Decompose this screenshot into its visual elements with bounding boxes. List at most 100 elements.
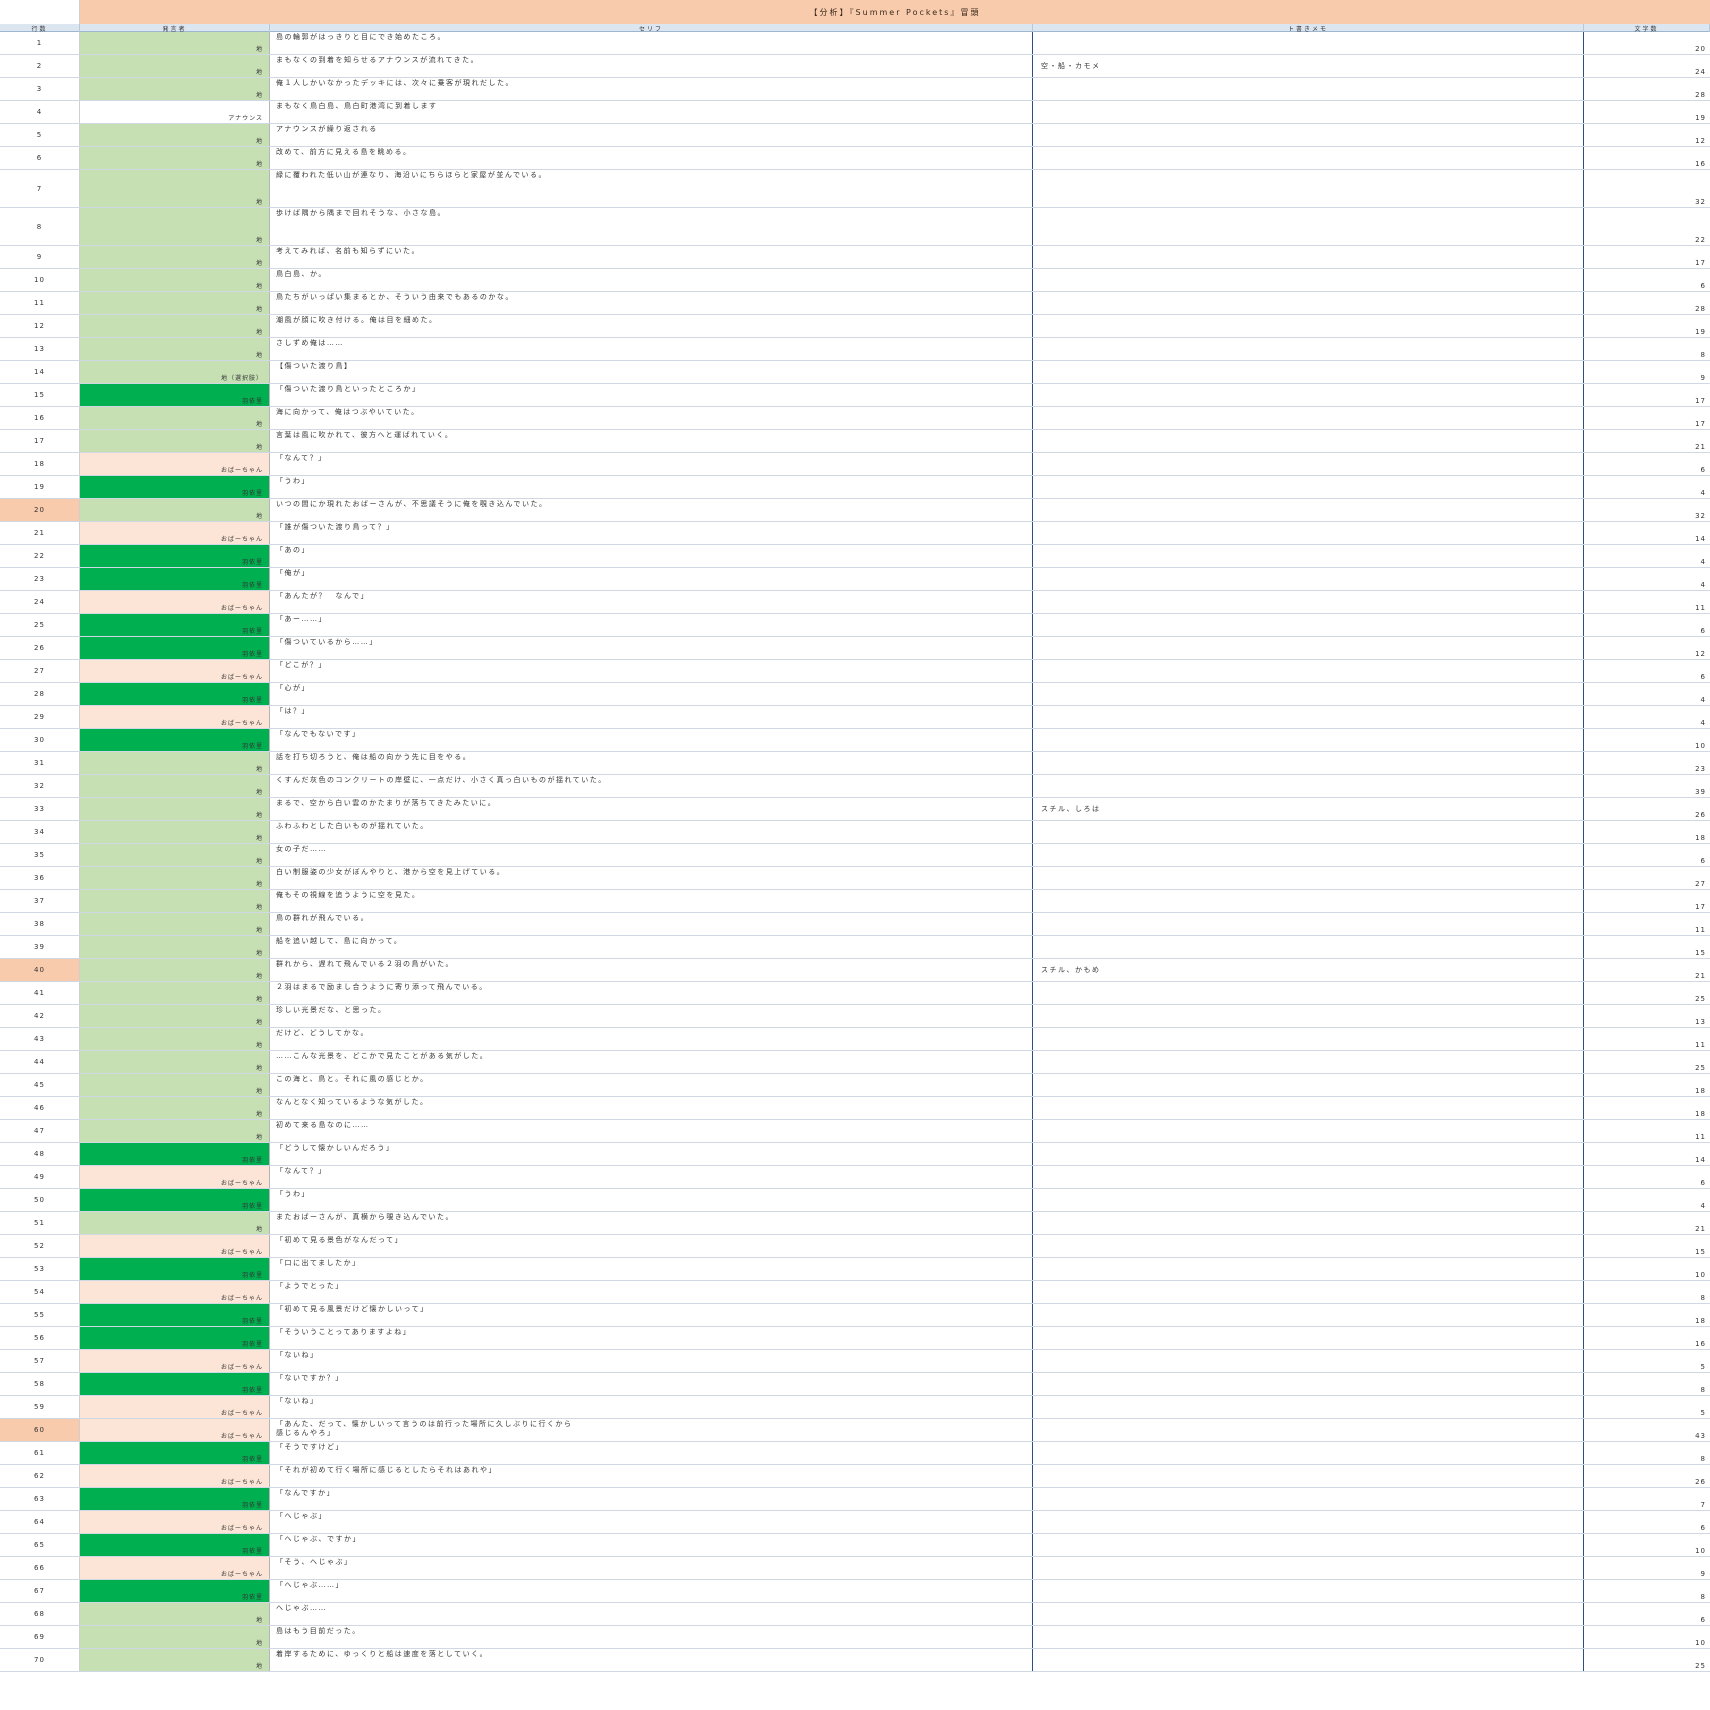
- dialogue-cell[interactable]: 「へじゃぶ……」: [270, 1580, 1033, 1602]
- char-count-cell[interactable]: 26: [1584, 1465, 1710, 1487]
- row-number-cell[interactable]: 38: [0, 913, 80, 935]
- stage-memo-cell[interactable]: [1033, 867, 1584, 889]
- row-number-cell[interactable]: 41: [0, 982, 80, 1004]
- speaker-cell[interactable]: 羽依里: [80, 1327, 270, 1349]
- header-count[interactable]: 文字数: [1584, 24, 1710, 32]
- row-number-cell[interactable]: 20: [0, 499, 80, 521]
- row-number-cell[interactable]: 2: [0, 55, 80, 77]
- row-number-cell[interactable]: 51: [0, 1212, 80, 1234]
- stage-memo-cell[interactable]: スチル、しろは: [1033, 798, 1584, 820]
- char-count-cell[interactable]: 7: [1584, 1488, 1710, 1510]
- row-number-cell[interactable]: 14: [0, 361, 80, 383]
- speaker-cell[interactable]: 地: [80, 752, 270, 774]
- stage-memo-cell[interactable]: [1033, 1465, 1584, 1487]
- dialogue-cell[interactable]: なんとなく知っているような気がした。: [270, 1097, 1033, 1119]
- char-count-cell[interactable]: 43: [1584, 1419, 1710, 1441]
- stage-memo-cell[interactable]: [1033, 1304, 1584, 1326]
- stage-memo-cell[interactable]: [1033, 269, 1584, 291]
- stage-memo-cell[interactable]: [1033, 1327, 1584, 1349]
- speaker-cell[interactable]: 羽依里: [80, 1580, 270, 1602]
- dialogue-cell[interactable]: 「そうですけど」: [270, 1442, 1033, 1464]
- header-line[interactable]: セリフ: [270, 24, 1033, 32]
- char-count-cell[interactable]: 9: [1584, 361, 1710, 383]
- row-number-cell[interactable]: 69: [0, 1626, 80, 1648]
- char-count-cell[interactable]: 32: [1584, 170, 1710, 207]
- char-count-cell[interactable]: 4: [1584, 1189, 1710, 1211]
- row-number-cell[interactable]: 65: [0, 1534, 80, 1556]
- char-count-cell[interactable]: 8: [1584, 1580, 1710, 1602]
- char-count-cell[interactable]: 4: [1584, 683, 1710, 705]
- speaker-cell[interactable]: おばーちゃん: [80, 453, 270, 475]
- stage-memo-cell[interactable]: [1033, 1373, 1584, 1395]
- dialogue-cell[interactable]: 「なんて？」: [270, 453, 1033, 475]
- row-number-cell[interactable]: 33: [0, 798, 80, 820]
- dialogue-cell[interactable]: まもなくの到着を知らせるアナウンスが流れてきた。: [270, 55, 1033, 77]
- char-count-cell[interactable]: 32: [1584, 499, 1710, 521]
- row-number-cell[interactable]: 7: [0, 170, 80, 207]
- row-number-cell[interactable]: 13: [0, 338, 80, 360]
- row-number-cell[interactable]: 30: [0, 729, 80, 751]
- dialogue-cell[interactable]: へじゃぶ……: [270, 1603, 1033, 1625]
- speaker-cell[interactable]: 地: [80, 1120, 270, 1142]
- row-number-cell[interactable]: 21: [0, 522, 80, 544]
- row-number-cell[interactable]: 9: [0, 246, 80, 268]
- speaker-cell[interactable]: 地: [80, 959, 270, 981]
- char-count-cell[interactable]: 19: [1584, 101, 1710, 123]
- row-number-cell[interactable]: 5: [0, 124, 80, 146]
- speaker-cell[interactable]: 地: [80, 913, 270, 935]
- dialogue-cell[interactable]: ふわふわとした白いものが揺れていた。: [270, 821, 1033, 843]
- row-number-cell[interactable]: 46: [0, 1097, 80, 1119]
- dialogue-cell[interactable]: 「へじゃぶ、ですか」: [270, 1534, 1033, 1556]
- speaker-cell[interactable]: 地: [80, 170, 270, 207]
- char-count-cell[interactable]: 6: [1584, 844, 1710, 866]
- row-number-cell[interactable]: 49: [0, 1166, 80, 1188]
- speaker-cell[interactable]: 地: [80, 499, 270, 521]
- dialogue-cell[interactable]: 潮風が顔に吹き付ける。俺は目を細めた。: [270, 315, 1033, 337]
- stage-memo-cell[interactable]: [1033, 775, 1584, 797]
- speaker-cell[interactable]: 地: [80, 1028, 270, 1050]
- dialogue-cell[interactable]: 「あんた、だって、懐かしいって言うのは前行った場所に久しぶりに行くから 感じるん…: [270, 1419, 1033, 1441]
- stage-memo-cell[interactable]: [1033, 890, 1584, 912]
- stage-memo-cell[interactable]: [1033, 913, 1584, 935]
- row-number-cell[interactable]: 4: [0, 101, 80, 123]
- row-number-cell[interactable]: 45: [0, 1074, 80, 1096]
- char-count-cell[interactable]: 14: [1584, 522, 1710, 544]
- stage-memo-cell[interactable]: [1033, 1649, 1584, 1671]
- speaker-cell[interactable]: 地: [80, 1649, 270, 1671]
- speaker-cell[interactable]: 地: [80, 246, 270, 268]
- speaker-cell[interactable]: 地: [80, 982, 270, 1004]
- speaker-cell[interactable]: 羽依里: [80, 1304, 270, 1326]
- row-number-cell[interactable]: 50: [0, 1189, 80, 1211]
- speaker-cell[interactable]: おばーちゃん: [80, 1465, 270, 1487]
- stage-memo-cell[interactable]: [1033, 982, 1584, 1004]
- speaker-cell[interactable]: 地: [80, 292, 270, 314]
- dialogue-cell[interactable]: 「傷ついた渡り鳥といったところか」: [270, 384, 1033, 406]
- dialogue-cell[interactable]: 珍しい光景だな、と思った。: [270, 1005, 1033, 1027]
- speaker-cell[interactable]: 地: [80, 32, 270, 54]
- stage-memo-cell[interactable]: [1033, 1051, 1584, 1073]
- row-number-cell[interactable]: 43: [0, 1028, 80, 1050]
- char-count-cell[interactable]: 25: [1584, 1649, 1710, 1671]
- char-count-cell[interactable]: 17: [1584, 890, 1710, 912]
- stage-memo-cell[interactable]: [1033, 568, 1584, 590]
- speaker-cell[interactable]: 地: [80, 1603, 270, 1625]
- speaker-cell[interactable]: 羽依里: [80, 1373, 270, 1395]
- row-number-cell[interactable]: 52: [0, 1235, 80, 1257]
- row-number-cell[interactable]: 66: [0, 1557, 80, 1579]
- char-count-cell[interactable]: 4: [1584, 706, 1710, 728]
- row-number-cell[interactable]: 19: [0, 476, 80, 498]
- stage-memo-cell[interactable]: [1033, 936, 1584, 958]
- dialogue-cell[interactable]: 着岸するために、ゆっくりと船は速度を落としていく。: [270, 1649, 1033, 1671]
- row-number-cell[interactable]: 22: [0, 545, 80, 567]
- char-count-cell[interactable]: 6: [1584, 1166, 1710, 1188]
- row-number-cell[interactable]: 62: [0, 1465, 80, 1487]
- char-count-cell[interactable]: 24: [1584, 55, 1710, 77]
- speaker-cell[interactable]: アナウンス: [80, 101, 270, 123]
- row-number-cell[interactable]: 56: [0, 1327, 80, 1349]
- row-number-cell[interactable]: 32: [0, 775, 80, 797]
- stage-memo-cell[interactable]: [1033, 821, 1584, 843]
- speaker-cell[interactable]: 地: [80, 821, 270, 843]
- row-number-cell[interactable]: 29: [0, 706, 80, 728]
- char-count-cell[interactable]: 19: [1584, 315, 1710, 337]
- stage-memo-cell[interactable]: [1033, 124, 1584, 146]
